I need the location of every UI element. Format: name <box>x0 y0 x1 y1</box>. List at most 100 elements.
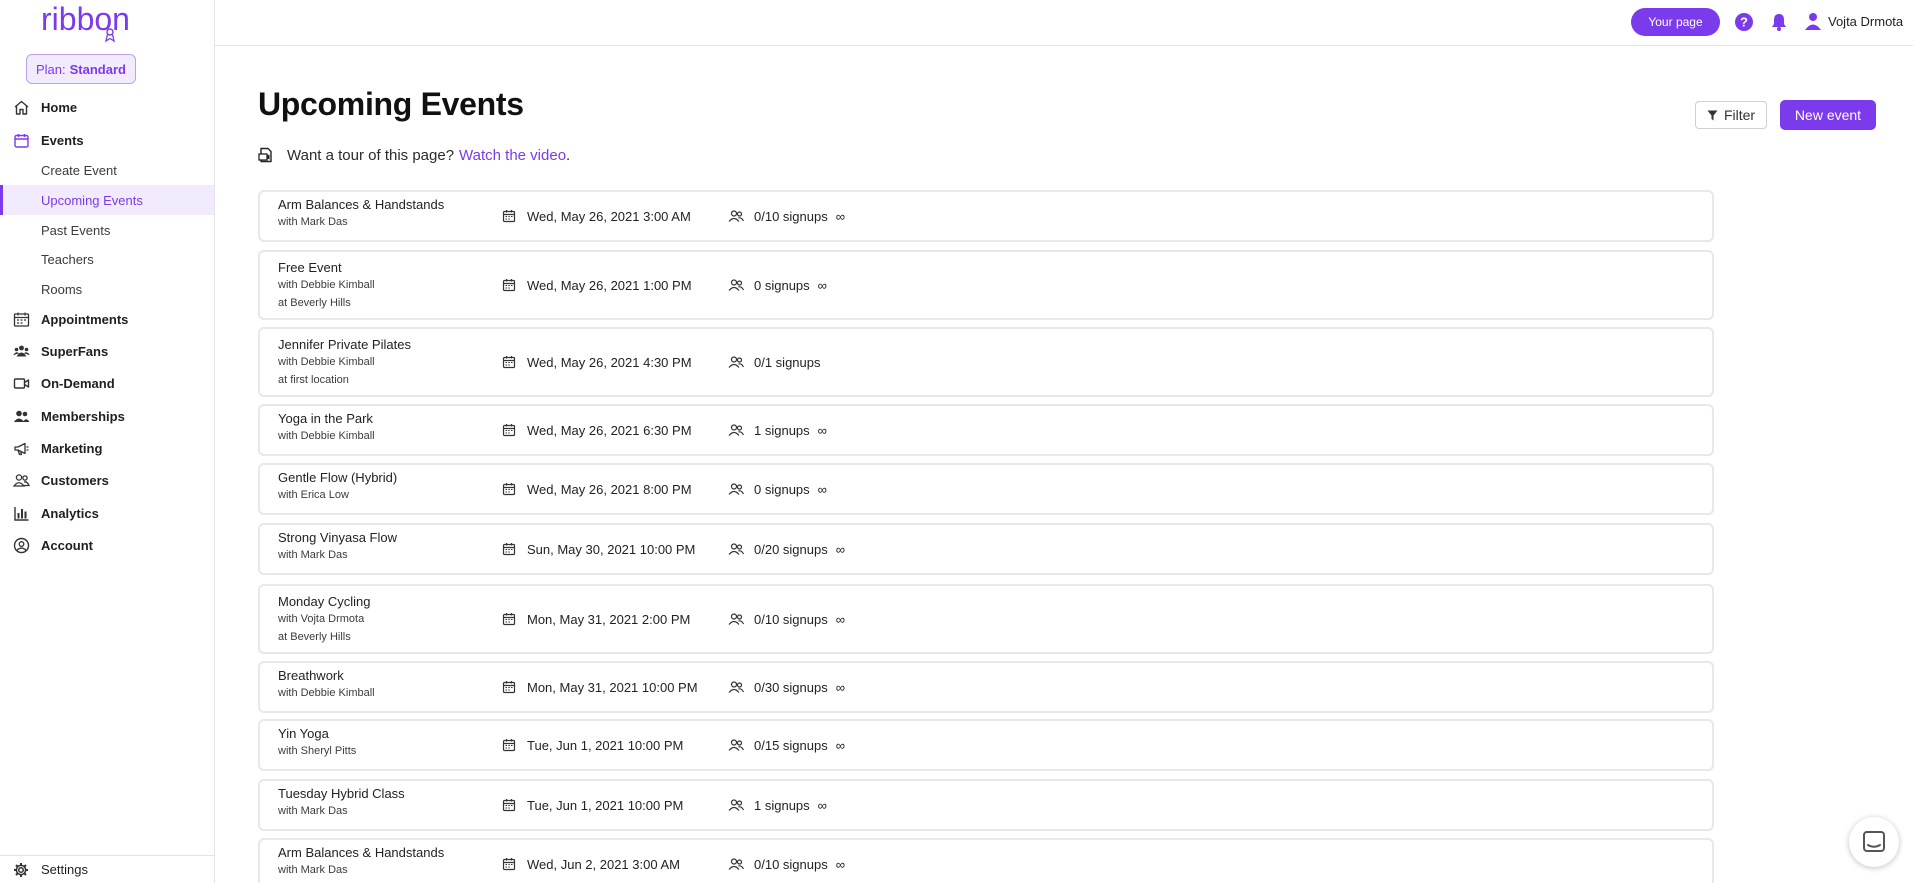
event-row[interactable]: Yoga in the Park with Debbie Kimball Wed, … <box>258 404 1714 456</box>
sidebar-item-appointments[interactable]: Appointments <box>0 304 214 334</box>
infinity-icon: ∞ <box>817 481 827 497</box>
infinity-icon: ∞ <box>817 277 827 293</box>
event-date-text: Wed, May 26, 2021 1:00 PM <box>527 277 692 293</box>
event-row[interactable]: Arm Balances & Handstands with Mark Das We… <box>258 190 1714 242</box>
tour-text: Want a tour of this page? <box>287 146 455 164</box>
sidebar-item-on-demand[interactable]: On-Demand <box>0 368 214 398</box>
event-row[interactable]: Arm Balances & Handstands with Mark Das We… <box>258 838 1714 883</box>
sidebar-item-label: Marketing <box>41 440 103 456</box>
sidebar-item-account[interactable]: Account <box>0 530 214 560</box>
people-icon <box>728 356 744 368</box>
sidebar-item-label: Home <box>41 99 78 115</box>
help-icon[interactable]: ? <box>1734 12 1754 32</box>
event-teacher: with Mark Das <box>278 805 348 817</box>
event-date: Mon, May 31, 2021 2:00 PM <box>502 611 690 627</box>
event-name: Arm Balances & Handstands <box>278 845 445 860</box>
sidebar-item-marketing[interactable]: Marketing <box>0 433 214 463</box>
event-location: at Beverly Hills <box>278 631 351 643</box>
event-signups: 0/1 signups <box>728 354 821 370</box>
sidebar-item-memberships[interactable]: Memberships <box>0 401 214 431</box>
event-date: Wed, May 26, 2021 1:00 PM <box>502 277 692 293</box>
sidebar-item-label: Appointments <box>41 311 129 327</box>
analytics-icon <box>14 507 29 521</box>
sidebar-subitem-create-event[interactable]: Create Event <box>0 155 214 185</box>
sidebar-item-label: Analytics <box>41 505 99 521</box>
infinity-icon: ∞ <box>835 737 846 753</box>
ribbon-logo[interactable]: ribbon <box>40 2 135 44</box>
event-row[interactable]: Strong Vinyasa Flow with Mark Das Sun, May… <box>258 523 1714 575</box>
calendar-icon <box>502 483 516 496</box>
user-name: Vojta Drmota <box>1828 13 1904 29</box>
people-icon <box>728 424 744 436</box>
event-signups-text: 0/15 signups <box>754 737 828 753</box>
infinity-icon: ∞ <box>817 797 827 813</box>
event-row[interactable]: Tuesday Hybrid Class with Mark Das Tue, Ju… <box>258 779 1714 831</box>
calendar-icon <box>502 279 516 292</box>
page-title: Upcoming Events <box>258 86 524 122</box>
user-menu[interactable]: Vojta Drmota <box>1804 9 1903 33</box>
event-row[interactable]: Free Event with Debbie Kimball at Beverly … <box>258 250 1714 320</box>
gear-icon <box>14 863 28 877</box>
event-signups-text: 0 signups <box>754 277 810 293</box>
plan-badge[interactable]: Plan: Standard <box>26 54 136 84</box>
event-row[interactable]: Monday Cycling with Vojta Drmota at Beverl… <box>258 584 1714 654</box>
event-name: Yin Yoga <box>278 726 329 741</box>
sidebar: ribbon Plan: Standard Home Events Create… <box>0 0 215 883</box>
sidebar-item-label: On-Demand <box>41 375 115 391</box>
sidebar-subitem-rooms[interactable]: Rooms <box>0 274 214 304</box>
event-date: Wed, May 26, 2021 6:30 PM <box>502 422 692 438</box>
svg-text:?: ? <box>1740 15 1748 30</box>
calendar-icon <box>502 858 516 871</box>
sidebar-subitem-teachers[interactable]: Teachers <box>0 244 214 274</box>
sidebar-subitem-past-events[interactable]: Past Events <box>0 215 214 245</box>
watch-video-link[interactable]: Watch the video <box>459 147 566 164</box>
event-name: Tuesday Hybrid Class <box>278 786 405 801</box>
your-page-button[interactable]: Your page <box>1631 8 1720 36</box>
infinity-icon: ∞ <box>835 208 846 224</box>
event-location: at Beverly Hills <box>278 297 351 309</box>
event-teacher: with Sheryl Pitts <box>278 745 357 757</box>
event-date: Wed, Jun 2, 2021 3:00 AM <box>502 856 680 872</box>
filter-button[interactable]: Filter <box>1695 101 1767 129</box>
event-name: Yoga in the Park <box>278 411 373 426</box>
event-date: Tue, Jun 1, 2021 10:00 PM <box>502 797 683 813</box>
appointments-icon <box>13 312 30 327</box>
event-date: Wed, May 26, 2021 4:30 PM <box>502 354 692 370</box>
people-icon <box>728 858 744 870</box>
calendar-icon <box>502 424 516 437</box>
event-date: Mon, May 31, 2021 10:00 PM <box>502 679 698 695</box>
infinity-icon: ∞ <box>835 541 846 557</box>
event-signups-text: 0/10 signups <box>754 611 828 627</box>
sidebar-item-settings[interactable]: Settings <box>0 855 214 883</box>
sidebar-item-superfans[interactable]: SuperFans <box>0 336 214 366</box>
people-icon <box>728 739 744 751</box>
event-row[interactable]: Jennifer Private Pilates with Debbie Kimb… <box>258 327 1714 397</box>
event-row[interactable]: Yin Yoga with Sheryl Pitts Tue, Jun 1, 202… <box>258 719 1714 771</box>
sidebar-item-label: Memberships <box>41 408 125 424</box>
new-event-button[interactable]: New event <box>1780 100 1876 130</box>
event-teacher: with Mark Das <box>278 864 348 876</box>
sidebar-item-label: Account <box>41 537 93 553</box>
superfans-icon <box>13 345 30 357</box>
sidebar-item-home[interactable]: Home <box>0 92 214 122</box>
event-date: Wed, May 26, 2021 8:00 PM <box>502 481 692 497</box>
event-name: Strong Vinyasa Flow <box>278 530 397 545</box>
sidebar-item-analytics[interactable]: Analytics <box>0 498 214 528</box>
chat-launcher-button[interactable] <box>1849 817 1899 867</box>
event-signups: 0/10 signups ∞ <box>728 611 845 627</box>
calendar-icon <box>502 543 516 556</box>
event-date-text: Wed, May 26, 2021 3:00 AM <box>527 208 691 224</box>
event-date-text: Mon, May 31, 2021 2:00 PM <box>527 611 691 627</box>
sidebar-subitem-upcoming-events[interactable]: Upcoming Events <box>0 185 214 215</box>
sidebar-subitem-label: Teachers <box>41 251 94 267</box>
event-row[interactable]: Gentle Flow (Hybrid) with Erica Low Wed, M… <box>258 463 1714 515</box>
sidebar-item-events[interactable]: Events <box>0 125 214 155</box>
infinity-icon: ∞ <box>835 856 846 872</box>
sidebar-item-customers[interactable]: Customers <box>0 465 214 495</box>
tour-period: . <box>566 146 571 164</box>
bell-icon[interactable] <box>1769 12 1789 32</box>
people-icon <box>728 543 744 555</box>
tour-banner: Want a tour of this page? Watch the vide… <box>258 145 570 165</box>
event-row[interactable]: Breathwork with Debbie Kimball Mon, May 31… <box>258 661 1714 713</box>
event-signups: 0/10 signups ∞ <box>728 208 845 224</box>
